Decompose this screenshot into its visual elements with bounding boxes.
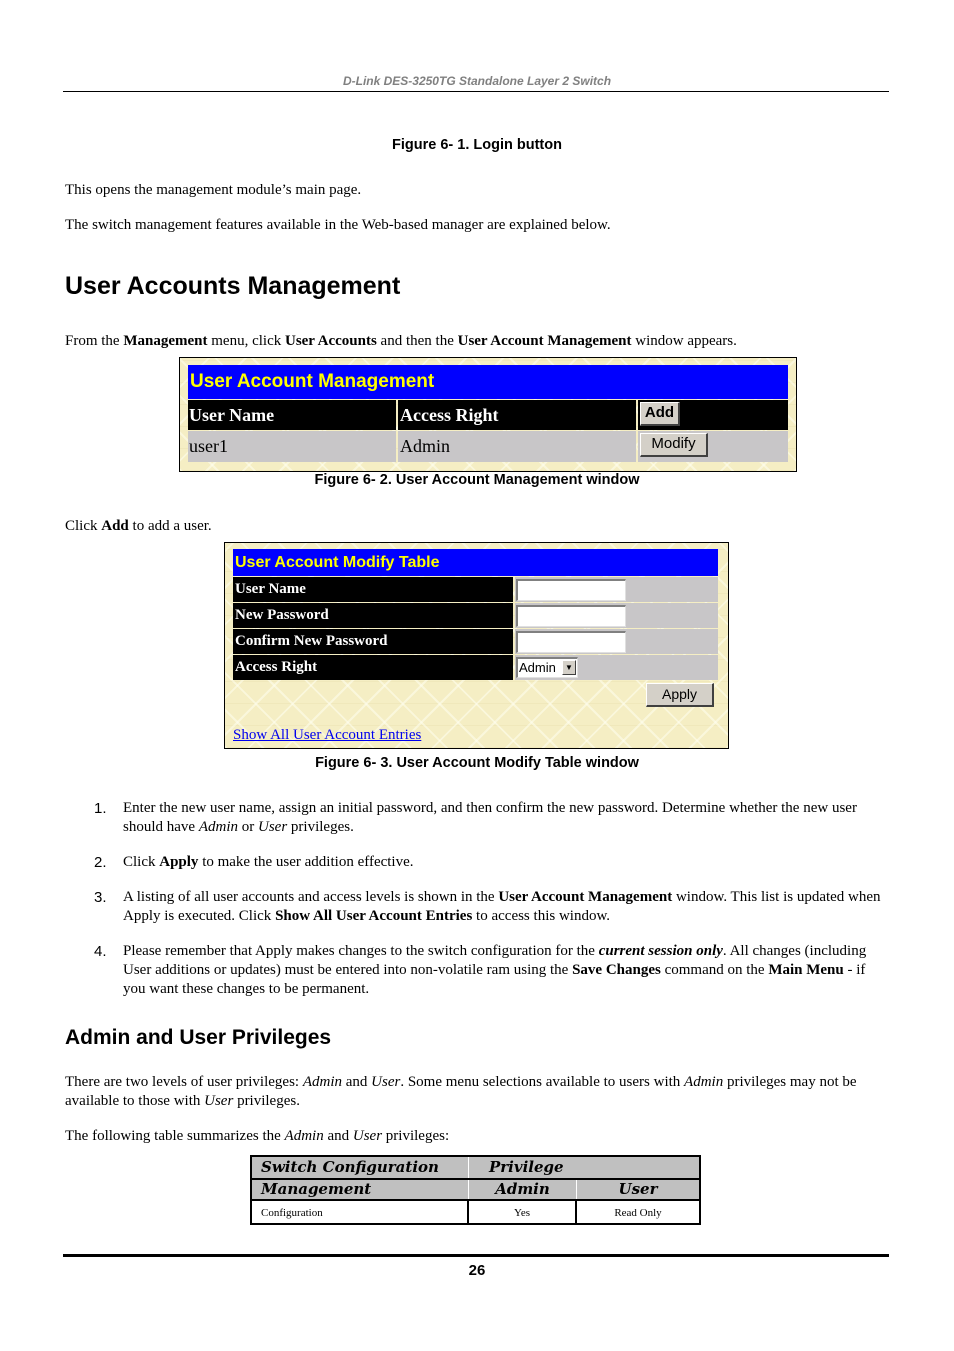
header-rule	[63, 91, 889, 92]
new-password-input[interactable]	[516, 605, 626, 627]
access-right-value-cell: Admin ▼	[515, 655, 718, 680]
privilege-table: Switch Configuration Privilege Managemen…	[250, 1155, 701, 1225]
add-cell: Add	[638, 400, 788, 430]
access-right-selected-value: Admin	[519, 660, 556, 675]
chevron-down-icon[interactable]: ▼	[562, 660, 576, 675]
access-right-select[interactable]: Admin ▼	[516, 657, 578, 678]
table-header-privilege: Privilege	[469, 1157, 699, 1178]
privileges-paragraph-1: There are two levels of user privileges:…	[65, 1074, 857, 1109]
user-name-cell: user1	[188, 431, 396, 462]
column-header-user-name: User Name	[188, 400, 396, 430]
add-button[interactable]: Add	[640, 402, 680, 426]
footer-rule	[63, 1254, 889, 1257]
section-heading-user-accounts: User Accounts Management	[65, 272, 401, 300]
step-text: Enter the new user name, assign an initi…	[123, 800, 857, 835]
access-right-label: Access Right	[233, 655, 513, 680]
figure-caption-3: Figure 6- 3. User Account Modify Table w…	[315, 755, 639, 771]
page-number: 26	[468, 1262, 486, 1279]
confirm-password-value-cell	[515, 629, 718, 654]
running-header: D-Link DES-3250TG Standalone Layer 2 Swi…	[342, 74, 612, 88]
confirm-password-input[interactable]	[516, 631, 626, 653]
table-header-user: User	[577, 1180, 699, 1199]
user-name-input[interactable]	[516, 579, 626, 601]
step-number: 4.	[94, 943, 107, 960]
row-user: Read Only	[577, 1201, 699, 1223]
intro-paragraph-1: This opens the management module’s main …	[65, 182, 362, 198]
new-password-value-cell	[515, 603, 718, 628]
window-title: User Account Modify Table	[233, 549, 718, 576]
access-right-cell: Admin	[398, 431, 636, 462]
row-admin: Yes	[469, 1201, 577, 1223]
user-name-value-cell	[515, 577, 718, 602]
user-account-modify-window: User Account Modify Table User Name New …	[224, 542, 729, 749]
section1-paragraph: From the Management menu, click User Acc…	[65, 333, 737, 349]
user-account-management-window: User Account Management User Name Access…	[179, 357, 797, 472]
apply-button[interactable]: Apply	[646, 683, 714, 707]
step-number: 1.	[94, 800, 107, 817]
figure-caption-2: Figure 6- 2. User Account Management win…	[314, 472, 640, 488]
action-cell: Modify	[638, 431, 788, 462]
table-header-admin: Admin	[469, 1180, 577, 1199]
user-name-label: User Name	[233, 577, 513, 602]
step-text: Please remember that Apply makes changes…	[123, 943, 867, 997]
modify-button[interactable]: Modify	[640, 433, 708, 457]
intro-paragraph-2: The switch management features available…	[65, 217, 611, 233]
privileges-paragraph-2: The following table summarizes the Admin…	[65, 1128, 450, 1144]
section-heading-privileges: Admin and User Privileges	[65, 1026, 332, 1049]
step-number: 3.	[94, 889, 107, 906]
column-header-access-right: Access Right	[398, 400, 636, 430]
table-header-management: Management	[252, 1180, 469, 1199]
new-password-label: New Password	[233, 603, 513, 628]
step-text: A listing of all user accounts and acces…	[123, 889, 881, 924]
show-all-user-account-entries-link[interactable]: Show All User Account Entries	[233, 727, 421, 744]
step-number: 2.	[94, 854, 107, 871]
figure-caption-1: Figure 6- 1. Login button	[392, 137, 562, 153]
table-header-switch-configuration: Switch Configuration	[252, 1157, 469, 1178]
window-title: User Account Management	[188, 365, 788, 399]
step-text: Click Apply to make the user addition ef…	[123, 854, 414, 870]
click-add-paragraph: Click Add to add a user.	[65, 518, 212, 534]
confirm-password-label: Confirm New Password	[233, 629, 513, 654]
row-item: Configuration	[252, 1201, 469, 1223]
